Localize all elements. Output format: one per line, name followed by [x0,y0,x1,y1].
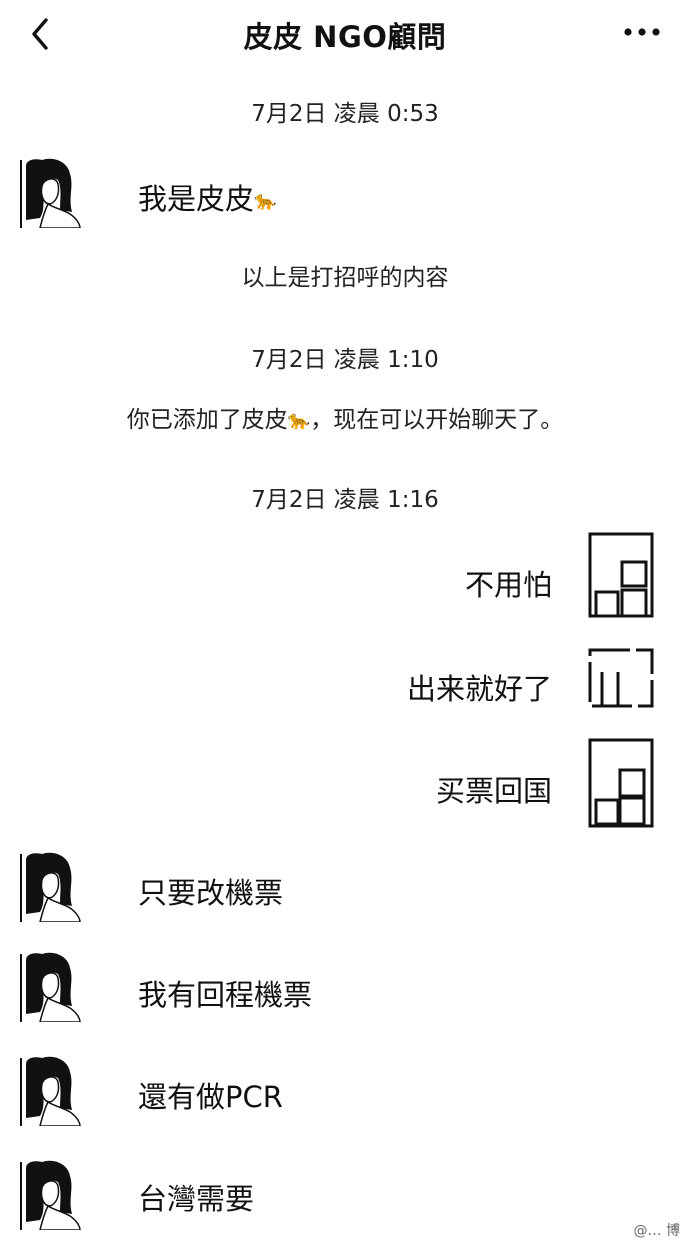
system-notice: 以上是打招呼的内容 [241,265,449,291]
avatar-portrait-icon [20,1160,86,1230]
timestamp: 7月2日 凌晨 1:10 [251,347,439,373]
timestamp: 7月2日 凌晨 1:16 [251,487,439,513]
system-notice: 你已添加了皮皮🐆，现在可以开始聊天了。 [0,400,690,434]
message-text[interactable]: 台灣需要 [138,1176,254,1218]
message-text[interactable]: 我有回程機票 [138,972,312,1014]
message-text[interactable]: 买票回国 [436,768,552,810]
self-avatar[interactable] [588,738,654,828]
more-dots-icon [624,28,660,36]
timestamp: 7月2日 凌晨 0:53 [251,101,439,127]
message-text[interactable]: 只要改機票 [138,870,283,912]
avatar-portrait-icon [20,158,86,228]
avatar-portrait-icon [20,852,86,922]
message-text[interactable]: 我是皮皮🐆 [138,176,276,218]
message-text[interactable]: 還有做PCR [138,1074,283,1116]
contact-avatar[interactable] [20,1056,86,1126]
message-text[interactable]: 出来就好了 [407,666,552,708]
leopard-emoji-icon: 🐆 [254,190,277,212]
system-notice-prefix: 你已添加了皮皮 [126,407,288,433]
watermark: @… 博 [633,1223,680,1239]
system-notice-suffix: ，现在可以开始聊天了。 [310,407,564,433]
more-button[interactable] [620,20,666,44]
avatar-portrait-icon [20,1056,86,1126]
blocks-avatar-icon [588,532,654,618]
message-label: 我是皮皮 [138,182,255,216]
leopard-emoji-icon: 🐆 [287,410,311,431]
blocks-avatar-icon [588,648,654,708]
message-text[interactable]: 不用怕 [465,562,552,604]
avatar-portrait-icon [20,952,86,1022]
contact-avatar[interactable] [20,852,86,922]
contact-avatar[interactable] [20,1160,86,1230]
chat-title: 皮皮 NGO顧問 [243,20,447,54]
self-avatar[interactable] [588,646,654,710]
contact-avatar[interactable] [20,952,86,1022]
blocks-avatar-icon [588,738,654,828]
self-avatar[interactable] [588,532,654,618]
contact-avatar[interactable] [20,158,86,228]
chat-header: 皮皮 NGO顧問 [0,0,690,70]
